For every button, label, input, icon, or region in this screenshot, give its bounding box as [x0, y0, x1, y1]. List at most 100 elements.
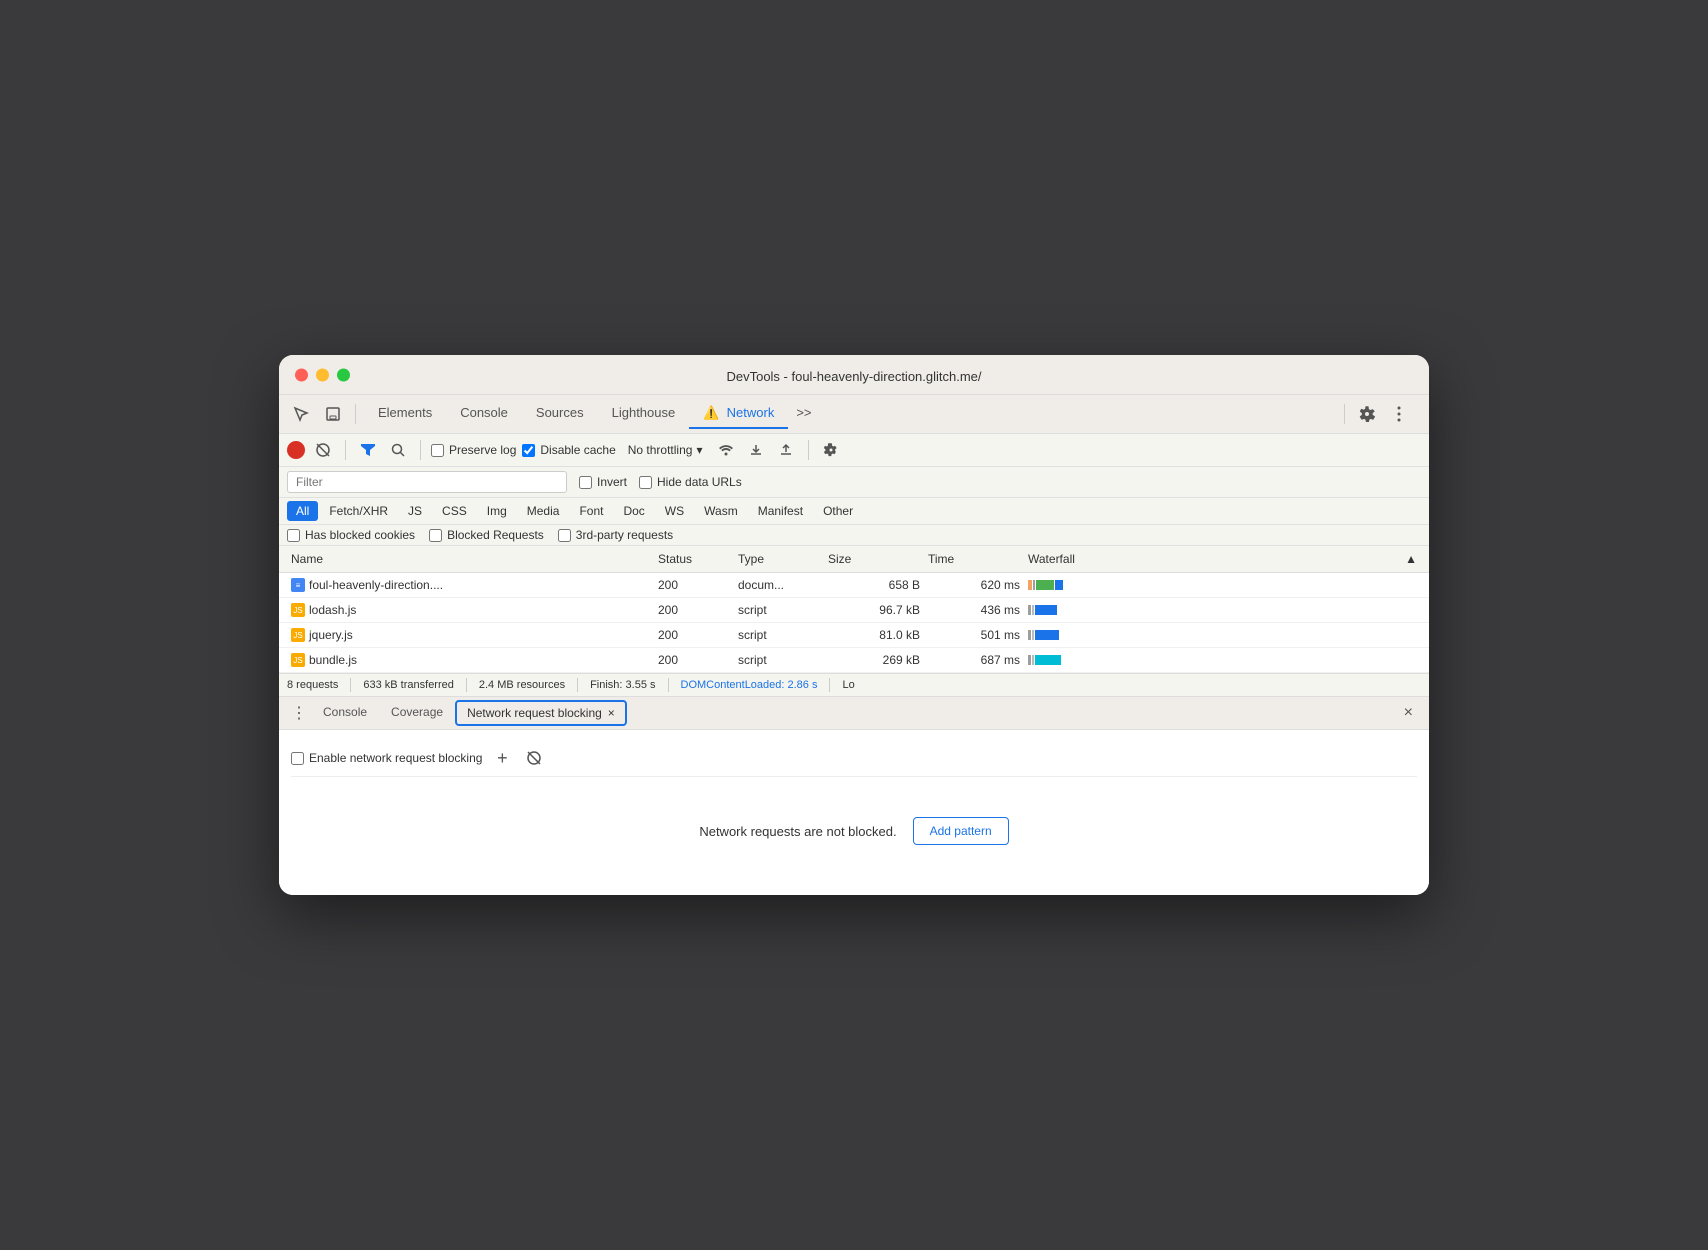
td-waterfall-4 — [1024, 648, 1391, 672]
network-sep-3 — [808, 440, 809, 460]
filter-row: Invert Hide data URLs — [279, 467, 1429, 498]
type-other[interactable]: Other — [814, 501, 862, 521]
type-font[interactable]: Font — [570, 501, 612, 521]
type-js[interactable]: JS — [399, 501, 431, 521]
status-bar: 8 requests 633 kB transferred 2.4 MB res… — [279, 673, 1429, 697]
network-sep-1 — [345, 440, 346, 460]
bottom-panel: ⋮ Console Coverage Network request block… — [279, 697, 1429, 895]
requests-count: 8 requests — [287, 679, 338, 691]
bottom-tab-coverage[interactable]: Coverage — [379, 699, 455, 727]
filter-button[interactable] — [356, 438, 380, 462]
th-waterfall[interactable]: Waterfall — [1024, 546, 1391, 572]
window-title: DevTools - foul-heavenly-direction.glitc… — [726, 369, 981, 384]
type-fetch-xhr[interactable]: Fetch/XHR — [320, 501, 397, 521]
tab-sources[interactable]: Sources — [522, 399, 598, 429]
table-header: Name Status Type Size Time Waterfall ▲ — [279, 546, 1429, 573]
network-conditions-icon[interactable] — [714, 438, 738, 462]
inspect-icon[interactable] — [287, 400, 315, 428]
table-row[interactable]: ≡ foul-heavenly-direction.... 200 docum.… — [279, 573, 1429, 598]
type-wasm[interactable]: Wasm — [695, 501, 747, 521]
td-type-1: docum... — [734, 573, 824, 597]
clear-button[interactable] — [311, 438, 335, 462]
blocked-requests-checkbox[interactable]: Blocked Requests — [429, 528, 544, 542]
td-size-2: 96.7 kB — [824, 598, 924, 622]
bottom-content: Enable network request blocking + Networ… — [279, 730, 1429, 895]
bottom-more-icon[interactable]: ⋮ — [287, 697, 311, 729]
close-panel-button[interactable]: × — [1396, 700, 1421, 726]
js-icon: JS — [291, 603, 305, 617]
network-controls: Preserve log Disable cache No throttling… — [279, 434, 1429, 467]
hide-data-urls-checkbox[interactable]: Hide data URLs — [639, 475, 742, 489]
add-pattern-button[interactable]: Add pattern — [913, 817, 1009, 845]
td-type-4: script — [734, 648, 824, 672]
td-time-1: 620 ms — [924, 573, 1024, 597]
type-all[interactable]: All — [287, 501, 318, 521]
td-waterfall-1 — [1024, 573, 1391, 597]
type-css[interactable]: CSS — [433, 501, 476, 521]
network-settings-icon[interactable] — [819, 438, 843, 462]
tab-console[interactable]: Console — [446, 399, 522, 429]
invert-checkbox[interactable]: Invert — [579, 475, 627, 489]
td-size-4: 269 kB — [824, 648, 924, 672]
td-status-3: 200 — [654, 623, 734, 647]
table-row[interactable]: JS lodash.js 200 script 96.7 kB 436 ms — [279, 598, 1429, 623]
type-media[interactable]: Media — [518, 501, 569, 521]
add-pattern-icon[interactable]: + — [490, 746, 514, 770]
record-button[interactable] — [287, 441, 305, 459]
td-name-2: JS lodash.js — [287, 598, 654, 622]
device-icon[interactable] — [319, 400, 347, 428]
tab-more[interactable]: >> — [788, 399, 819, 429]
th-time[interactable]: Time — [924, 546, 1024, 572]
td-time-3: 501 ms — [924, 623, 1024, 647]
kebab-icon[interactable] — [1385, 400, 1413, 428]
th-name[interactable]: Name — [287, 546, 654, 572]
type-manifest[interactable]: Manifest — [749, 501, 812, 521]
more-filters-row: Has blocked cookies Blocked Requests 3rd… — [279, 525, 1429, 546]
has-blocked-cookies-checkbox[interactable]: Has blocked cookies — [287, 528, 415, 542]
th-type[interactable]: Type — [734, 546, 824, 572]
chevron-down-icon: ▾ — [696, 443, 702, 457]
type-img[interactable]: Img — [478, 501, 516, 521]
bottom-tab-network-blocking[interactable]: Network request blocking × — [455, 700, 627, 726]
transferred-size: 633 kB transferred — [363, 679, 454, 691]
throttling-select[interactable]: No throttling ▾ — [622, 441, 709, 459]
close-button[interactable] — [295, 368, 308, 381]
td-size-1: 658 B — [824, 573, 924, 597]
resources-size: 2.4 MB resources — [479, 679, 565, 691]
tab-close-icon[interactable]: × — [608, 706, 615, 720]
empty-state: Network requests are not blocked. Add pa… — [291, 777, 1417, 885]
settings-icon[interactable] — [1353, 400, 1381, 428]
maximize-button[interactable] — [337, 368, 350, 381]
td-extra-3 — [1391, 623, 1421, 647]
disable-cache-checkbox[interactable]: Disable cache — [522, 443, 615, 457]
tab-bar: Elements Console Sources Lighthouse ⚠️ N… — [364, 399, 820, 429]
tab-elements[interactable]: Elements — [364, 399, 446, 429]
warning-icon: ⚠️ — [703, 405, 719, 420]
bottom-tab-console[interactable]: Console — [311, 699, 379, 727]
doc-icon: ≡ — [291, 578, 305, 592]
th-status[interactable]: Status — [654, 546, 734, 572]
type-ws[interactable]: WS — [656, 501, 693, 521]
th-size[interactable]: Size — [824, 546, 924, 572]
empty-state-text: Network requests are not blocked. — [699, 824, 896, 839]
enable-blocking-checkbox[interactable]: Enable network request blocking — [291, 751, 482, 765]
toolbar-sep-2 — [1344, 404, 1345, 424]
export-icon[interactable] — [774, 438, 798, 462]
tab-lighthouse[interactable]: Lighthouse — [598, 399, 690, 429]
minimize-button[interactable] — [316, 368, 329, 381]
bottom-tab-bar: ⋮ Console Coverage Network request block… — [279, 697, 1429, 730]
th-sort-icon[interactable]: ▲ — [1391, 546, 1421, 572]
search-button[interactable] — [386, 438, 410, 462]
status-sep-3 — [577, 678, 578, 692]
import-icon[interactable] — [744, 438, 768, 462]
td-type-3: script — [734, 623, 824, 647]
tab-network[interactable]: ⚠️ Network — [689, 399, 788, 429]
block-icon[interactable] — [522, 746, 546, 770]
type-doc[interactable]: Doc — [614, 501, 653, 521]
table-row[interactable]: JS bundle.js 200 script 269 kB 687 ms — [279, 648, 1429, 673]
table-row[interactable]: JS jquery.js 200 script 81.0 kB 501 ms — [279, 623, 1429, 648]
devtools-window: DevTools - foul-heavenly-direction.glitc… — [279, 355, 1429, 895]
preserve-log-checkbox[interactable]: Preserve log — [431, 443, 516, 457]
filter-input[interactable] — [287, 471, 567, 493]
third-party-checkbox[interactable]: 3rd-party requests — [558, 528, 673, 542]
